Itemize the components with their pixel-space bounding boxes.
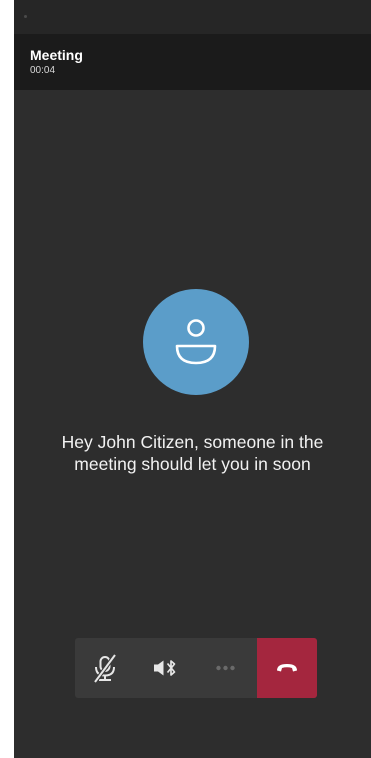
status-indicator-icon: [24, 15, 27, 18]
call-screen: Meeting 00:04 Hey John Citizen, someone …: [14, 0, 371, 758]
call-timer: 00:04: [30, 65, 56, 76]
microphone-off-icon: [93, 653, 117, 684]
more-options-button[interactable]: [195, 638, 255, 698]
meeting-title: Meeting: [30, 47, 83, 63]
speaker-bluetooth-icon: [154, 660, 176, 676]
audio-device-button[interactable]: [135, 638, 195, 698]
more-dots-icon: [216, 665, 235, 671]
lobby-message: Hey John Citizen, someone in the meeting…: [61, 432, 324, 474]
avatar: [143, 289, 249, 395]
phone-hangup-icon: [277, 664, 297, 672]
mute-button[interactable]: [75, 638, 135, 698]
person-icon: [175, 319, 217, 365]
status-bar: [14, 0, 371, 34]
meeting-header: Meeting 00:04: [14, 34, 371, 90]
hang-up-button[interactable]: [257, 638, 317, 698]
call-controls: [75, 638, 317, 698]
